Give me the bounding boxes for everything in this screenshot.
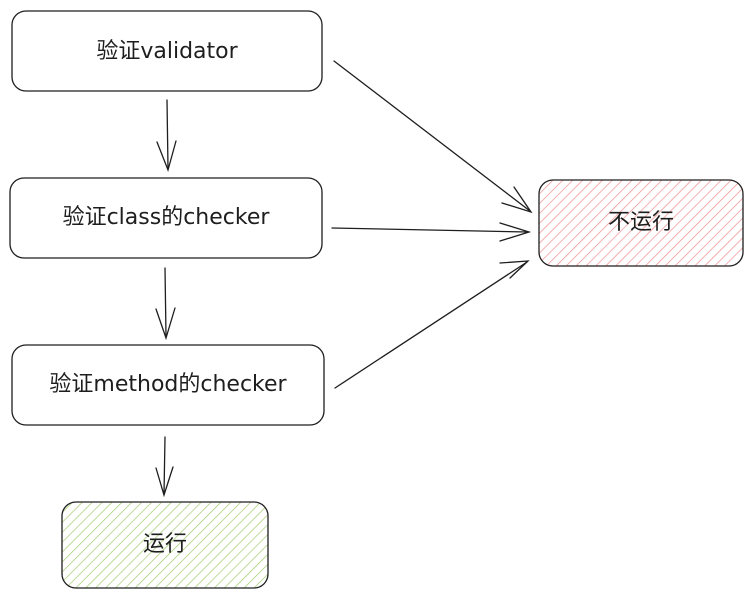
flow-diagram: 验证validator 验证class的checker 验证method的che…	[0, 0, 753, 599]
edge-validator-to-class-checker	[156, 99, 177, 173]
node-method-checker: 验证method的checker	[11, 344, 325, 426]
edge-method-checker-to-not-run	[334, 260, 530, 389]
node-validator: 验证validator	[11, 10, 323, 92]
node-not-run: 不运行	[538, 179, 744, 267]
edge-method-checker-to-run	[155, 436, 174, 498]
diagram-canvas: 验证validator 验证class的checker 验证method的che…	[9, 10, 744, 589]
node-class-checker-label: 验证class的checker	[63, 205, 271, 230]
node-run-label: 运行	[143, 532, 187, 557]
node-validator-label: 验证validator	[96, 39, 238, 64]
edge-class-checker-to-method-checker	[155, 267, 176, 341]
node-not-run-label: 不运行	[608, 210, 674, 235]
edge-validator-to-not-run	[333, 60, 533, 214]
node-method-checker-label: 验证method的checker	[49, 372, 287, 397]
edge-class-checker-to-not-run	[331, 222, 532, 242]
node-run: 运行	[61, 501, 269, 589]
node-class-checker: 验证class的checker	[9, 177, 323, 259]
